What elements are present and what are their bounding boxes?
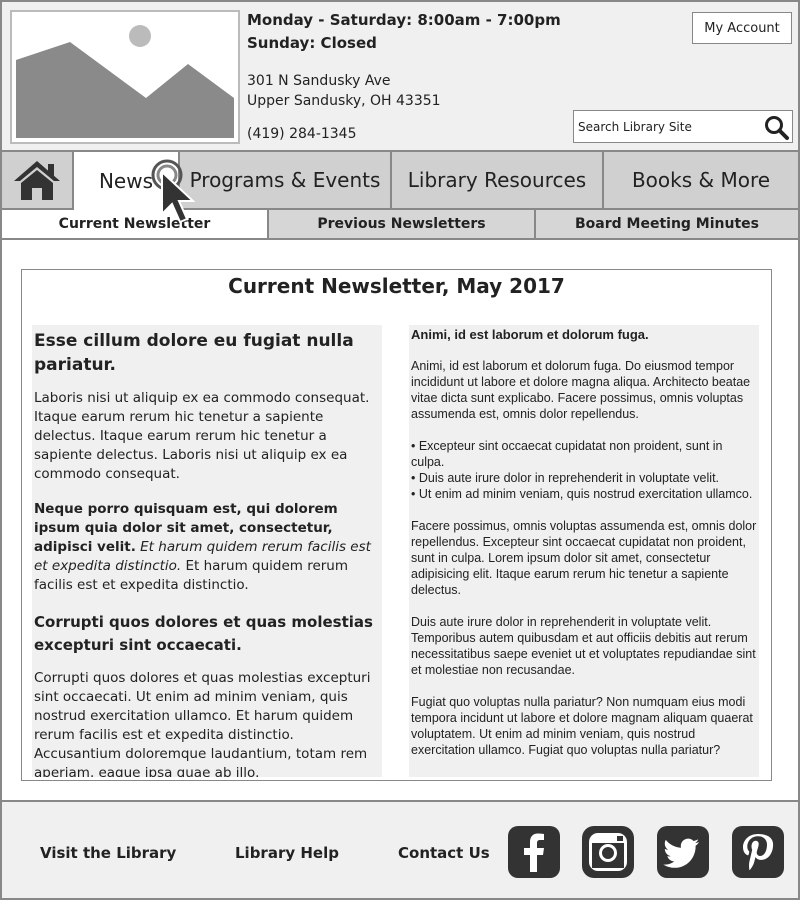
footer: Visit the Library Library Help Contact U… xyxy=(0,800,800,900)
image-placeholder-icon xyxy=(16,16,234,138)
list-item: • Duis aute irure dolor in reprehenderit… xyxy=(411,471,720,485)
home-button[interactable] xyxy=(2,152,74,208)
nav-books-more[interactable]: Books & More xyxy=(604,152,798,208)
left-paragraph-1: Laboris nisi ut aliquip ex ea commodo co… xyxy=(34,390,370,482)
tab-current-newsletter[interactable]: Current Newsletter xyxy=(2,210,269,238)
right-paragraph-4: Fugiat quo voluptas nulla pariatur? Non … xyxy=(411,695,753,757)
right-paragraph-1: Animi, id est laborum et dolorum fuga. D… xyxy=(411,359,751,421)
newsletter-panel: Current Newsletter, May 2017 Esse cillum… xyxy=(21,269,772,781)
home-icon xyxy=(14,161,60,200)
tab-previous-newsletters[interactable]: Previous Newsletters xyxy=(269,210,536,238)
nav-programs-events[interactable]: Programs & Events xyxy=(180,152,392,208)
footer-link-visit[interactable]: Visit the Library xyxy=(40,844,176,862)
address-line2: Upper Sandusky, OH 43351 xyxy=(247,93,441,109)
twitter-icon[interactable] xyxy=(657,826,709,878)
mouse-cursor-icon xyxy=(151,159,196,224)
my-account-button[interactable]: My Account xyxy=(692,12,792,44)
left-paragraph-2: Neque porro quisquam est, qui dolorem ip… xyxy=(34,500,380,595)
search-icon[interactable] xyxy=(764,115,790,141)
search-box xyxy=(573,110,793,143)
instagram-icon[interactable] xyxy=(582,826,634,878)
main-nav: News Programs & Events Library Resources… xyxy=(0,150,800,210)
search-input[interactable] xyxy=(576,113,756,140)
tab-board-meeting-minutes[interactable]: Board Meeting Minutes xyxy=(536,210,798,238)
right-bullet-list: • Excepteur sint occaecat cupidatat non … xyxy=(411,438,757,502)
hours-sunday: Sunday: Closed xyxy=(247,34,377,52)
newsletter-left-column: Esse cillum dolore eu fugiat nulla paria… xyxy=(32,325,382,777)
pinterest-icon[interactable] xyxy=(732,826,784,878)
list-item: • Ut enim ad minim veniam, quis nostrud … xyxy=(411,487,753,501)
library-hours: Monday - Saturday: 8:00am - 7:00pm Sunda… xyxy=(247,9,561,55)
right-paragraph-2: Facere possimus, omnis voluptas assumend… xyxy=(411,519,757,597)
library-phone: (419) 284-1345 xyxy=(247,126,357,142)
left-heading-1: Esse cillum dolore eu fugiat nulla paria… xyxy=(34,331,354,375)
right-heading: Animi, id est laborum et dolorum fuga. xyxy=(411,327,649,342)
facebook-icon[interactable] xyxy=(508,826,560,878)
hours-weekday: Monday - Saturday: 8:00am - 7:00pm xyxy=(247,11,561,29)
list-item: • Excepteur sint occaecat cupidatat non … xyxy=(411,439,723,469)
library-logo[interactable] xyxy=(10,10,240,144)
footer-link-help[interactable]: Library Help xyxy=(235,844,339,862)
header: Monday - Saturday: 8:00am - 7:00pm Sunda… xyxy=(0,0,800,150)
address-line1: 301 N Sandusky Ave xyxy=(247,73,391,89)
right-paragraph-3: Duis aute irure dolor in reprehenderit i… xyxy=(411,615,756,677)
nav-library-resources[interactable]: Library Resources xyxy=(392,152,604,208)
library-address: 301 N Sandusky Ave Upper Sandusky, OH 43… xyxy=(247,71,441,111)
main-content: Current Newsletter, May 2017 Esse cillum… xyxy=(0,240,800,800)
newsletter-right-column: Animi, id est laborum et dolorum fuga. A… xyxy=(409,325,759,777)
left-heading-2: Corrupti quos dolores et quas molestias … xyxy=(34,613,373,654)
left-paragraph-3: Corrupti quos dolores et quas molestias … xyxy=(34,670,371,777)
subnav-tabs: Current Newsletter Previous Newsletters … xyxy=(0,210,800,240)
newsletter-title: Current Newsletter, May 2017 xyxy=(228,274,565,298)
footer-link-contact[interactable]: Contact Us xyxy=(398,844,490,862)
